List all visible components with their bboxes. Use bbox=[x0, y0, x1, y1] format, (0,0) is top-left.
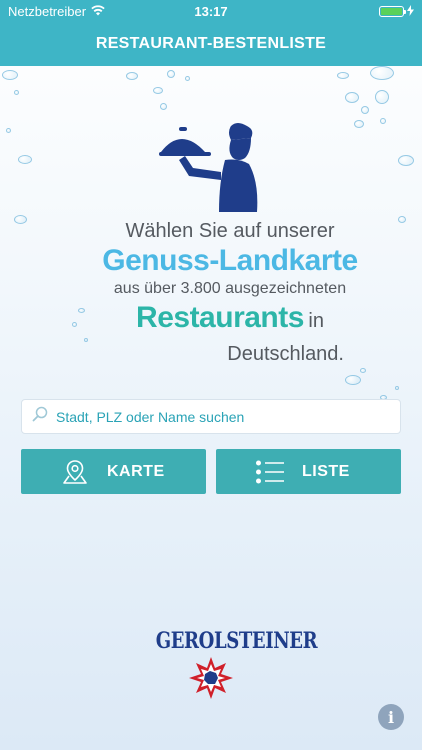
intro-line-3: aus über 3.800 ausgezeichneten bbox=[113, 280, 347, 297]
liste-label: LISTE bbox=[302, 462, 350, 480]
map-pin-icon bbox=[55, 458, 95, 486]
bubble bbox=[375, 90, 389, 104]
bubble bbox=[126, 72, 138, 80]
intro-line-5: Deutschland. bbox=[227, 343, 344, 365]
intro-restaurants: Restaurants bbox=[136, 301, 304, 334]
bubble bbox=[6, 128, 11, 133]
bubble bbox=[167, 70, 175, 78]
chef-illustration bbox=[159, 123, 258, 212]
bubble bbox=[160, 103, 167, 110]
battery-fill bbox=[381, 7, 402, 15]
bubble bbox=[345, 92, 359, 103]
bubble bbox=[395, 386, 399, 390]
bubble bbox=[380, 118, 386, 124]
bubble bbox=[14, 215, 27, 224]
search-box[interactable] bbox=[21, 399, 401, 434]
liste-button[interactable]: LISTE bbox=[216, 449, 401, 494]
intro-line-4: Restaurants in bbox=[60, 300, 400, 341]
nav-bar: RESTAURANT-BESTENLISTE bbox=[0, 22, 422, 66]
intro-line-1: Wählen Sie auf unserer bbox=[125, 220, 335, 242]
bubble bbox=[185, 76, 190, 81]
status-left: Netzbetreiber bbox=[8, 4, 105, 19]
search-input[interactable] bbox=[56, 408, 400, 425]
status-right bbox=[379, 4, 414, 19]
info-button[interactable]: i bbox=[378, 704, 404, 730]
intro-line-2: Genuss-Landkarte bbox=[102, 244, 358, 277]
intro-text: Wählen Sie auf unserer Genuss-Landkarte … bbox=[60, 218, 400, 367]
logo-star-icon bbox=[189, 657, 233, 699]
bubble bbox=[360, 368, 366, 373]
battery-icon bbox=[379, 5, 406, 17]
list-icon bbox=[250, 459, 290, 485]
bubble bbox=[370, 66, 394, 80]
gerolsteiner-logo: GEROLSTEINER bbox=[138, 628, 318, 700]
bubble bbox=[345, 375, 361, 385]
bubble bbox=[361, 106, 369, 114]
charging-icon bbox=[407, 4, 414, 19]
info-icon: i bbox=[387, 707, 395, 727]
bubble bbox=[153, 87, 163, 94]
wifi-icon bbox=[91, 4, 105, 19]
search-icon bbox=[32, 406, 48, 427]
bubble bbox=[18, 155, 32, 164]
status-bar: Netzbetreiber 13:17 bbox=[0, 0, 422, 22]
page-title: RESTAURANT-BESTENLISTE bbox=[95, 35, 327, 52]
karte-label: KARTE bbox=[107, 462, 165, 480]
bubble bbox=[14, 90, 19, 95]
carrier-label: Netzbetreiber bbox=[8, 3, 87, 19]
bubble bbox=[354, 120, 364, 128]
intro-in: in bbox=[308, 310, 324, 332]
logo-text: GEROLSTEINER bbox=[155, 628, 318, 654]
bubble bbox=[2, 70, 18, 80]
bubble bbox=[398, 155, 414, 166]
bubble bbox=[337, 72, 349, 79]
karte-button[interactable]: KARTE bbox=[21, 449, 206, 494]
